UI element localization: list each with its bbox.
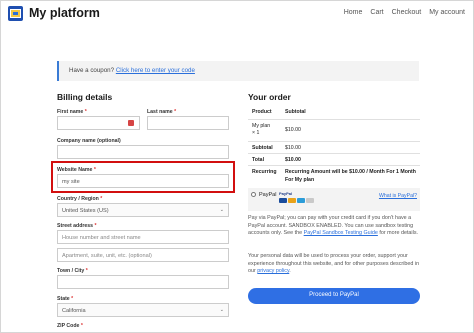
payment-method-box: PayPal PayPal What is PayPal?	[248, 188, 420, 211]
apartment-field[interactable]: Apartment, suite, unit, etc. (optional)	[57, 248, 229, 262]
last-name-label: Last name *	[147, 109, 177, 115]
city-field[interactable]	[57, 275, 229, 289]
nav-home[interactable]: Home	[344, 9, 363, 16]
nav-checkout[interactable]: Checkout	[392, 9, 422, 16]
item-name: My plan	[252, 123, 271, 129]
country-value: United States (US)	[62, 208, 109, 214]
city-label: Town / City *	[57, 268, 88, 274]
website-field[interactable]: my site	[57, 174, 229, 188]
what-is-paypal-link[interactable]: What is PayPal?	[379, 193, 417, 199]
paypal-method-label[interactable]: PayPal	[259, 192, 276, 198]
recurring-label: Recurring	[252, 169, 277, 175]
country-select[interactable]: United States (US) ⌄	[57, 203, 229, 217]
order-item-row: My plan × 1 $10.00	[248, 119, 420, 141]
state-value: California	[62, 308, 86, 314]
total-label: Total	[252, 157, 265, 163]
chevron-down-icon: ⌄	[219, 307, 224, 313]
billing-title: Billing details	[57, 92, 113, 102]
subtotal-label: Subtotal	[252, 145, 273, 151]
total-value: $10.00	[285, 157, 301, 163]
col-subtotal: Subtotal	[285, 109, 306, 115]
sandbox-guide-link[interactable]: PayPal Sandbox Testing Guide	[304, 230, 378, 236]
last-name-field[interactable]	[147, 116, 229, 130]
item-price: $10.00	[285, 127, 301, 133]
first-name-field[interactable]	[57, 116, 140, 130]
state-select[interactable]: California ⌄	[57, 303, 229, 317]
street-field[interactable]: House number and street name	[57, 230, 229, 244]
paypal-description: Pay via PayPal; you can pay with your cr…	[248, 215, 419, 237]
recurring-value: Recurring Amount will be $10.00 / Month …	[285, 169, 416, 183]
subtotal-row: Subtotal $10.00	[248, 141, 420, 153]
checkout-page: My platform Home Cart Checkout My accoun…	[0, 0, 474, 333]
proceed-to-paypal-button[interactable]: Proceed to PayPal	[248, 288, 420, 304]
state-label: State *	[57, 296, 74, 302]
first-name-label: First name *	[57, 109, 87, 115]
company-field[interactable]	[57, 145, 229, 159]
paypal-logo-text: PayPal	[279, 191, 293, 196]
coupon-link[interactable]: Click here to enter your code	[116, 67, 195, 74]
order-title: Your order	[248, 92, 291, 102]
order-header-row: Product Subtotal	[248, 104, 420, 119]
chevron-down-icon: ⌄	[219, 207, 224, 213]
item-qty: × 1	[252, 130, 260, 136]
company-label: Company name (optional)	[57, 138, 121, 144]
website-label: Website Name *	[57, 167, 96, 173]
main-nav: Home Cart Checkout My account	[344, 9, 465, 16]
privacy-notice: Your personal data will be used to proce…	[248, 253, 420, 275]
autofill-icon[interactable]	[128, 120, 134, 126]
coupon-notice: Have a coupon? Click here to enter your …	[57, 61, 419, 81]
zip-label: ZIP Code *	[57, 323, 83, 329]
coupon-prompt: Have a coupon?	[69, 67, 115, 74]
brand-title[interactable]: My platform	[29, 6, 100, 20]
col-product: Product	[252, 109, 272, 115]
paypal-radio[interactable]	[251, 192, 256, 197]
paypal-logo-icon: PayPal	[279, 191, 317, 208]
site-header: My platform Home Cart Checkout My accoun…	[1, 1, 473, 31]
card-logos-icon	[279, 198, 314, 203]
street-label: Street address *	[57, 223, 97, 229]
recurring-row: Recurring Recurring Amount will be $10.0…	[248, 165, 420, 184]
nav-my-account[interactable]: My account	[429, 9, 465, 16]
country-label: Country / Region *	[57, 196, 103, 202]
privacy-policy-link[interactable]: privacy policy	[257, 268, 289, 274]
nav-cart[interactable]: Cart	[370, 9, 383, 16]
logo-icon[interactable]	[8, 6, 23, 21]
subtotal-value: $10.00	[285, 145, 301, 151]
total-row: Total $10.00	[248, 153, 420, 165]
